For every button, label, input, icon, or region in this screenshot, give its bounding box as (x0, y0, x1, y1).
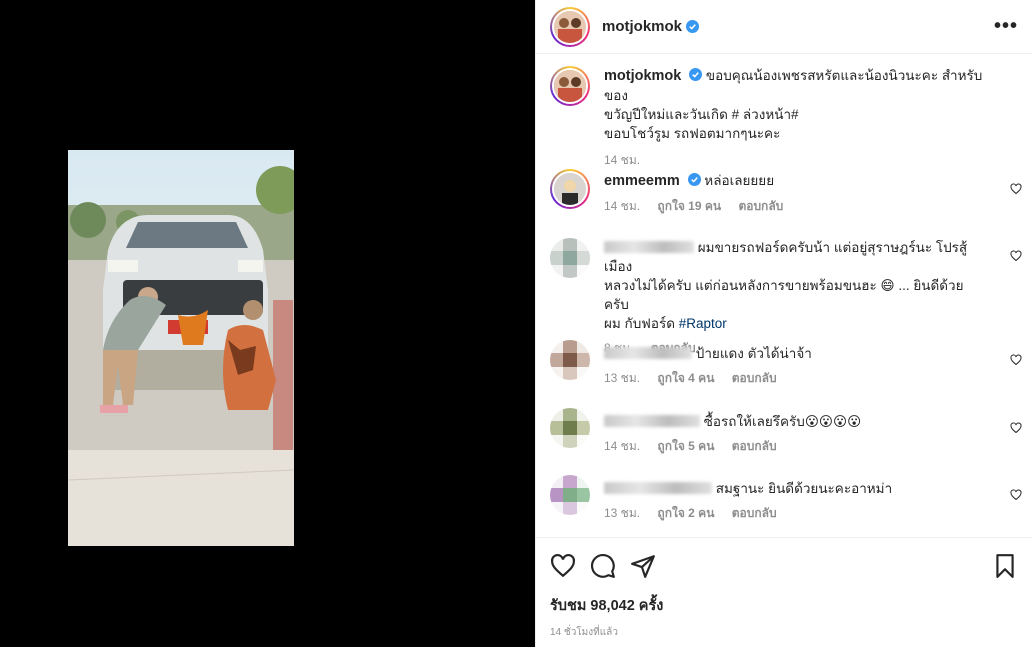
comment-item: emmeemm หล่อเลยยยย 14 ชม. ถูกใจ 19 คน ตอ… (550, 169, 1022, 216)
like-comment-icon[interactable] (1010, 250, 1022, 262)
reply-button[interactable]: ตอบกลับ (732, 371, 777, 385)
comment-text: หลวงไม่ได้ครับ แต่ก่อนหลังการขายพร้อมขนฮ… (604, 278, 964, 312)
view-count[interactable]: รับชม 98,042 ครั้ง (550, 594, 1018, 617)
verified-badge-icon (687, 173, 701, 186)
commenter-avatar[interactable] (550, 169, 590, 209)
commenter-avatar[interactable] (550, 475, 590, 515)
post-header: motjokmok ••• (536, 0, 1032, 54)
blurred-username (604, 347, 692, 359)
commenter-avatar[interactable] (550, 408, 590, 448)
like-comment-icon[interactable] (1010, 422, 1022, 434)
caption-username[interactable]: motjokmok (604, 68, 681, 84)
comment-item: สมฐานะ ยินดีด้วยนะคะอาหม่า 13 ชม. ถูกใจ … (550, 475, 1022, 523)
comment-item: ป้ายแดง ตัวได้น่าจ้า 13 ชม. ถูกใจ 4 คน ต… (550, 340, 1022, 388)
hashtag-link[interactable]: #Raptor (679, 316, 727, 331)
commenter-avatar[interactable] (550, 340, 590, 380)
comment-likes[interactable]: ถูกใจ 4 คน (657, 371, 714, 385)
blurred-username (604, 241, 694, 253)
post-actions: รับชม 98,042 ครั้ง 14 ชั่วโมงที่แล้ว (536, 537, 1032, 640)
comment-likes[interactable]: ถูกใจ 2 คน (657, 506, 714, 520)
comment-likes[interactable]: ถูกใจ 19 คน (657, 199, 721, 213)
blurred-username (604, 482, 712, 494)
comment-likes[interactable]: ถูกใจ 5 คน (657, 439, 714, 453)
caption: motjokmok ขอบคุณน้องเพชรสหรัตและน้องนิวน… (550, 66, 1022, 170)
like-heart-icon[interactable] (550, 553, 576, 579)
comment-item: ซื้อรถให้เลยรึครับ😮😮😮😮 14 ชม. ถูกใจ 5 คน… (550, 408, 1022, 456)
like-comment-icon[interactable] (1010, 183, 1022, 195)
save-bookmark-icon[interactable] (992, 553, 1018, 579)
verified-badge-icon (686, 20, 700, 33)
comment-time[interactable]: 14 ชม. (604, 439, 640, 453)
like-comment-icon[interactable] (1010, 489, 1022, 501)
author-username[interactable]: motjokmok (602, 18, 682, 35)
commenter-avatar[interactable] (550, 238, 590, 278)
comment-bubble-icon[interactable] (590, 553, 616, 579)
post-time-ago[interactable]: 14 ชั่วโมงที่แล้ว (550, 625, 1018, 640)
blurred-username (604, 415, 700, 427)
commenter-username[interactable]: emmeemm (604, 173, 680, 189)
caption-text-line: ขอบโชว์รูม รถฟอตมากๆนะคะ (604, 126, 781, 141)
reply-button[interactable]: ตอบกลับ (738, 199, 783, 213)
more-options-icon[interactable]: ••• (994, 15, 1018, 38)
like-comment-icon[interactable] (1010, 354, 1022, 366)
caption-time[interactable]: 14 ชม. (604, 153, 640, 167)
caption-text-line: ขวัญปีใหม่และวันเกิด # ล่วงหน้า# (604, 107, 799, 122)
post-panel: motjokmok ••• motjokmok ขอบคุณน้องเพชรสห… (535, 0, 1032, 647)
comment-text: หล่อเลยยยย (704, 173, 775, 188)
author-avatar[interactable] (550, 6, 590, 47)
post-media[interactable] (0, 0, 535, 647)
comment-text: ป้ายแดง ตัวได้น่าจ้า (695, 346, 812, 361)
video-frame (68, 150, 294, 546)
comments-list[interactable]: motjokmok ขอบคุณน้องเพชรสหรัตและน้องนิวน… (536, 55, 1032, 537)
reply-button[interactable]: ตอบกลับ (732, 439, 777, 453)
caption-avatar[interactable] (550, 66, 590, 106)
comment-text: สมฐานะ ยินดีด้วยนะคะอาหม่า (715, 481, 893, 496)
comment-time[interactable]: 14 ชม. (604, 199, 640, 213)
comment-text: ซื้อรถให้เลยรึครับ😮😮😮😮 (703, 414, 862, 429)
verified-badge-icon (689, 68, 703, 81)
comment-time[interactable]: 13 ชม. (604, 506, 640, 520)
reply-button[interactable]: ตอบกลับ (732, 506, 777, 520)
share-send-icon[interactable] (630, 553, 656, 579)
comment-text: ผม กับฟอร์ด (604, 316, 675, 331)
comment-time[interactable]: 13 ชม. (604, 371, 640, 385)
video-player[interactable] (68, 150, 294, 546)
